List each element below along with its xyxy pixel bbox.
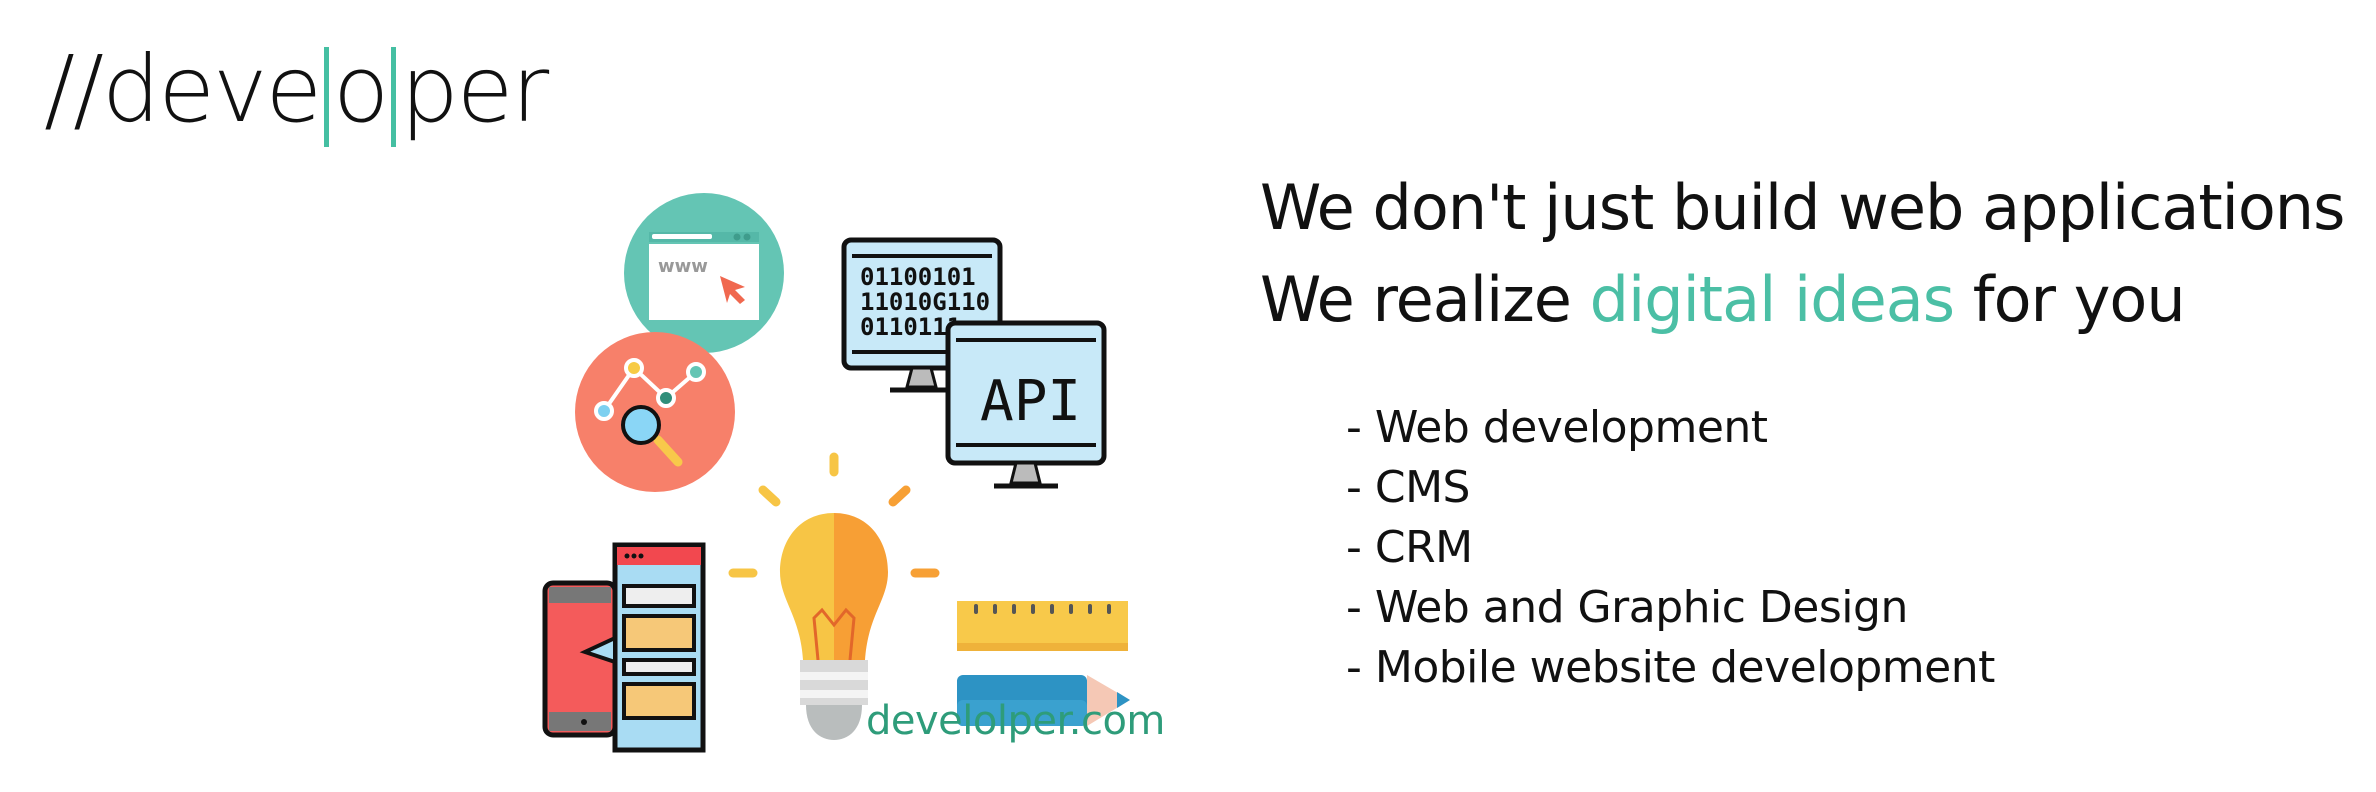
service-item: - Web and Graphic Design: [1346, 582, 1908, 633]
analytics-search-icon: [575, 332, 735, 492]
illustration: www 01100101 11010G110 0110111 API: [542, 193, 1130, 753]
browser-icon: www: [624, 193, 784, 353]
website-link[interactable]: develolper.com: [866, 698, 1165, 744]
binary-line: 01100101: [860, 263, 976, 291]
ruler-icon: [957, 601, 1128, 651]
headline-accent: digital ideas: [1589, 263, 1955, 336]
headline-suffix: for you: [1954, 263, 2186, 336]
headline-line-1: We don't just build web applications: [1260, 171, 2345, 244]
headline-line-2: We realize digital ideas for you: [1260, 260, 2186, 340]
api-label: API: [980, 369, 1081, 434]
service-item: - Mobile website development: [1346, 642, 1995, 693]
headline-prefix: We realize: [1260, 263, 1590, 336]
services-list: - Web development - CMS - CRM - Web and …: [1346, 398, 1995, 698]
mobile-layout-icon: [542, 542, 706, 753]
service-item: - Web development: [1346, 402, 1768, 453]
binary-line: 11010G110: [860, 288, 990, 316]
service-item: - CRM: [1346, 522, 1473, 573]
service-item: - CMS: [1346, 462, 1470, 513]
www-text: www: [658, 256, 708, 277]
api-monitor-icon: API: [945, 320, 1107, 489]
